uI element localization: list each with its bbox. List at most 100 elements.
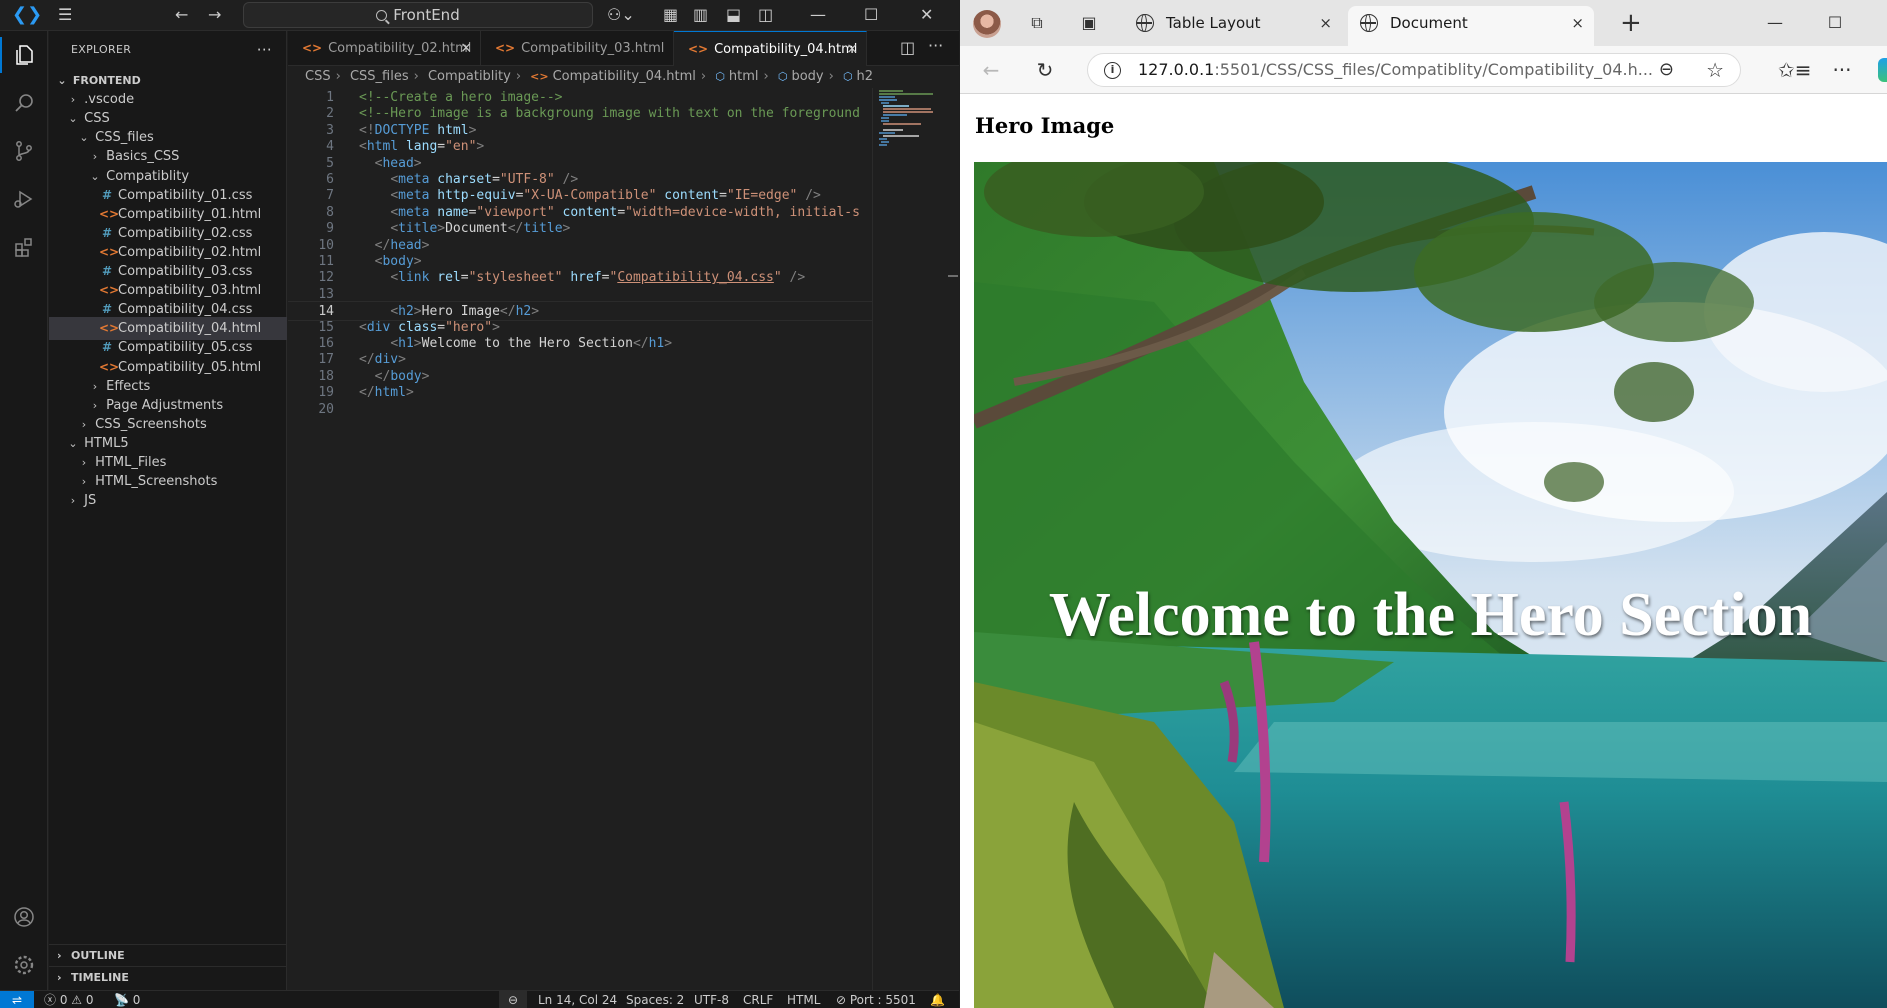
close-tab-icon[interactable]: × (460, 31, 472, 66)
tree-item-label: Compatibility_03.css (118, 264, 253, 279)
close-tab-icon[interactable]: × (846, 32, 858, 67)
address-bar[interactable]: i 127.0.0.1:5501/CSS/CSS_files/Compatibl… (1087, 53, 1741, 87)
cursor-position[interactable]: Ln 14, Col 24 (538, 991, 617, 1008)
tree-item-label: Compatibility_01.css (118, 187, 253, 203)
timeline-label: TIMELINE (71, 971, 129, 984)
profile-avatar[interactable] (973, 10, 1001, 38)
tab-compatibility-03[interactable]: <> Compatibility_03.html (481, 31, 674, 66)
toggle-secondary-sidebar-icon[interactable]: ◫ (758, 5, 773, 25)
vertical-tabs-icon[interactable]: ▣ (1078, 12, 1100, 34)
explorer-sidebar: EXPLORER ··· ⌄ FRONTEND › .vscode ⌄ CSS ⌄ CS… (49, 31, 287, 990)
toggle-primary-sidebar-icon[interactable]: ▥ (693, 5, 708, 25)
globe-icon (1360, 13, 1378, 32)
breadcrumb-html[interactable]: html (729, 69, 759, 84)
tab-compatibility-04[interactable]: <> Compatibility_04.html × (674, 31, 867, 66)
activity-bar (0, 31, 48, 990)
command-center[interactable]: FrontEnd (243, 2, 593, 28)
vscode-logo-icon: ❮❯ (12, 4, 43, 25)
notifications-bell-icon[interactable]: 🔔 (930, 991, 945, 1008)
problems-indicator[interactable]: ⓧ 0 ⚠ 0 (44, 991, 94, 1008)
editor-more-icon[interactable]: ··· (928, 36, 943, 55)
command-center-label: FrontEnd (393, 6, 460, 24)
maximize-icon[interactable]: ☐ (864, 5, 878, 25)
extensions-icon[interactable] (0, 223, 48, 271)
timeline-section[interactable]: › TIMELINE (49, 966, 287, 988)
back-arrow-icon[interactable]: ← (175, 5, 188, 25)
close-tab-icon[interactable]: × (1571, 6, 1584, 40)
copilot-icon[interactable] (1878, 58, 1887, 82)
outline-section[interactable]: › OUTLINE (49, 944, 287, 966)
browser-minimize-icon[interactable]: — (1752, 8, 1798, 38)
tree-item-label: Effects (106, 378, 151, 394)
customize-layout-icon[interactable]: ▦ (663, 5, 678, 25)
copilot-icon[interactable]: ⚇⌄ (607, 5, 635, 25)
tab-compatibility-02[interactable]: <> Compatibility_02.html × (288, 31, 481, 66)
symbol-element-icon: ⬡ (842, 70, 853, 83)
favorites-icon[interactable]: ✩≡ (1778, 57, 1812, 83)
search-icon[interactable] (0, 79, 48, 127)
menu-icon[interactable]: ☰ (58, 5, 72, 25)
code-line[interactable]: 20 (288, 400, 872, 420)
end-of-line[interactable]: CRLF (743, 991, 773, 1008)
remote-indicator-icon[interactable]: ⇌ (0, 991, 34, 1008)
globe-icon (1136, 13, 1154, 32)
tab-label: Compatibility_04.html (714, 42, 858, 57)
browser-tab-document[interactable]: Document × (1348, 6, 1594, 46)
tree-item-label: Compatibility_02.css (118, 225, 253, 241)
tree-item-label: Basics_CSS (106, 149, 180, 165)
language-mode[interactable]: HTML (787, 991, 820, 1008)
more-actions-icon[interactable]: ··· (257, 31, 272, 69)
html-file-icon: <> (688, 42, 709, 56)
zoom-icon[interactable]: ⊖ (499, 991, 527, 1008)
tree-item-label: JS (84, 493, 97, 509)
encoding[interactable]: UTF-8 (694, 991, 729, 1008)
tree-item-label: Compatibility_04.html (118, 321, 262, 337)
source-control-icon[interactable] (0, 127, 48, 175)
breadcrumb-h2[interactable]: h2 (857, 69, 874, 84)
tree-item-label: Compatiblity (106, 168, 190, 184)
code-editor[interactable]: 1 <!--Create a hero image--> 2 <!--Hero ima… (288, 88, 872, 992)
close-window-icon[interactable]: ✕ (920, 5, 933, 25)
browser-tab-table-layout[interactable]: Table Layout × (1124, 6, 1342, 46)
indentation[interactable]: Spaces: 2 (626, 991, 684, 1008)
minimap[interactable] (872, 88, 944, 992)
split-editor-icon[interactable]: ◫ (900, 38, 915, 57)
ports-count: 0 (132, 993, 141, 1007)
refresh-icon[interactable]: ↻ (1032, 57, 1058, 83)
workspaces-icon[interactable]: ⧉ (1026, 12, 1048, 34)
symbol-element-icon: ⬡ (777, 70, 788, 83)
editor-scrollbar[interactable] (945, 88, 959, 992)
ports-indicator[interactable]: 📡 0 (114, 991, 140, 1008)
minimize-icon[interactable]: — (810, 5, 826, 25)
breadcrumb-file[interactable]: Compatibility_04.html (553, 69, 696, 84)
tree-item-label: .vscode (84, 92, 135, 108)
live-server-port[interactable]: ⊘ Port : 5501 (836, 991, 916, 1008)
settings-gear-icon[interactable] (0, 941, 48, 989)
accounts-icon[interactable] (0, 893, 48, 941)
tab-label: Compatibility_02.html (328, 41, 472, 56)
breadcrumb-compatiblity[interactable]: Compatiblity (428, 69, 511, 84)
site-info-icon[interactable]: i (1104, 62, 1121, 79)
zoom-out-icon[interactable]: ⊖ (1659, 54, 1674, 86)
hero-section: Welcome to the Hero Section (974, 162, 1887, 1008)
favorite-star-icon[interactable]: ☆ (1706, 54, 1724, 86)
back-arrow-icon[interactable]: ← (978, 57, 1004, 83)
tree-item[interactable]: › JS (49, 489, 287, 512)
forward-arrow-icon[interactable]: → (208, 5, 221, 25)
settings-more-icon[interactable]: ··· (1829, 57, 1855, 83)
tree-item-label: Page Adjustments (106, 397, 224, 413)
explorer-icon[interactable] (0, 31, 48, 79)
page-viewport: Hero Image Welcome to the Hero Section (960, 94, 1887, 1008)
breadcrumb-body[interactable]: body (791, 69, 823, 84)
tree-item-label: HTML5 (84, 435, 129, 451)
tree-item-label: Compatibility_05.css (118, 340, 253, 356)
breadcrumb-css[interactable]: CSS (305, 69, 331, 84)
breadcrumb-css-files[interactable]: CSS_files (350, 69, 409, 84)
page-heading-h2: Hero Image (975, 113, 1115, 138)
html-file-icon: <> (530, 70, 549, 83)
close-tab-icon[interactable]: × (1319, 6, 1332, 40)
browser-maximize-icon[interactable]: ☐ (1812, 8, 1858, 38)
new-tab-button[interactable]: + (1620, 8, 1642, 38)
toggle-panel-icon[interactable]: ⬓ (726, 5, 741, 25)
run-debug-icon[interactable] (0, 175, 48, 223)
